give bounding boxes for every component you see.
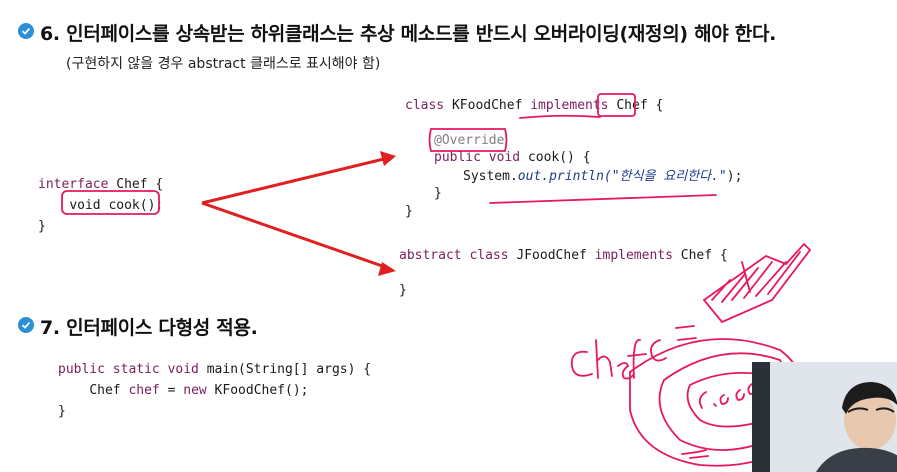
public-void-keyword: public void [434,150,521,165]
class-keyword: class [405,98,445,113]
chef-var: chef [128,383,160,398]
section-6-number: 6. [40,23,60,45]
section-7-heading: 7. 인터페이스 다형성 적용. [40,313,258,340]
handwriting-c [650,339,667,362]
check-bullet-icon [18,23,34,39]
jfoodchef-close-brace: } [399,283,407,298]
new-keyword: new [183,383,207,398]
interface-close-brace: } [38,219,46,234]
kfoodchef-code-block: class KFoodChef implements Chef { [405,95,663,116]
chef-type-ref: Chef [616,98,648,113]
jfoodchef-code-block: abstract class JFoodChef implements Chef… [399,245,728,266]
assign-op: = [159,383,184,398]
handwriting-c-cook [698,383,757,409]
kfoodchef-ctor: KFoodChef(); [206,383,309,398]
println-underline [489,194,717,204]
main-method-code: public static void main(String[] args) {… [58,359,371,422]
method-close-brace: } [434,186,442,201]
kfoodchef-name: KFoodChef [444,98,531,113]
main-close-brace: } [58,404,66,419]
public-static-void-keyword: public static void [58,362,199,377]
section-6-heading: 6. 인터페이스를 상속받는 하위클래스는 추상 메소드를 반드시 오버라이딩(… [40,19,776,46]
implements-underline [519,114,601,119]
brace-open: { [647,98,664,113]
system-ref: System. [463,169,518,184]
println-call: .println( [541,169,612,184]
jfoodchef-decl-rest: Chef { [672,248,728,263]
string-literal: "한식을 요리한다." [611,169,727,184]
section-7-number: 7. [40,317,60,339]
interface-code-block: interface Chef { void cook(); } [38,174,163,237]
section-6-subtitle: (구현하지 않을 경우 abstract 클래스로 표시해야 함) [66,56,381,72]
section-7-title: 인터페이스 다형성 적용. [66,317,258,339]
red-arrows [201,151,396,276]
interface-decl: Chef { [108,177,164,192]
main-signature: main(String[] args) { [198,362,372,377]
implements-keyword: implements [530,98,609,113]
statement-end: ); [726,169,743,184]
out-field: out [517,169,542,184]
section-6-title: 인터페이스를 상속받는 하위클래스는 추상 메소드를 반드시 오버라이딩(재정의… [66,23,777,45]
handwriting-chef [570,339,647,380]
cook-method-decl: void cook(); [69,198,164,213]
presenter-image [752,362,897,472]
abstract-class-keyword: abstract class [399,248,509,263]
chef-type: Chef [89,383,129,398]
jfoodchef-name: JFoodChef [508,248,595,263]
println-statement: System.out.println("한식을 요리한다."); [463,166,742,187]
class-close-brace: } [405,204,413,219]
cook-method-impl: public void cook() { [434,147,591,168]
cook-signature: cook() { [520,150,591,165]
webcam-overlay [752,362,897,472]
interface-keyword: interface [38,177,109,192]
check-bullet-icon [18,317,34,333]
implements-keyword: implements [594,248,673,263]
handwriting-equals [675,325,697,341]
